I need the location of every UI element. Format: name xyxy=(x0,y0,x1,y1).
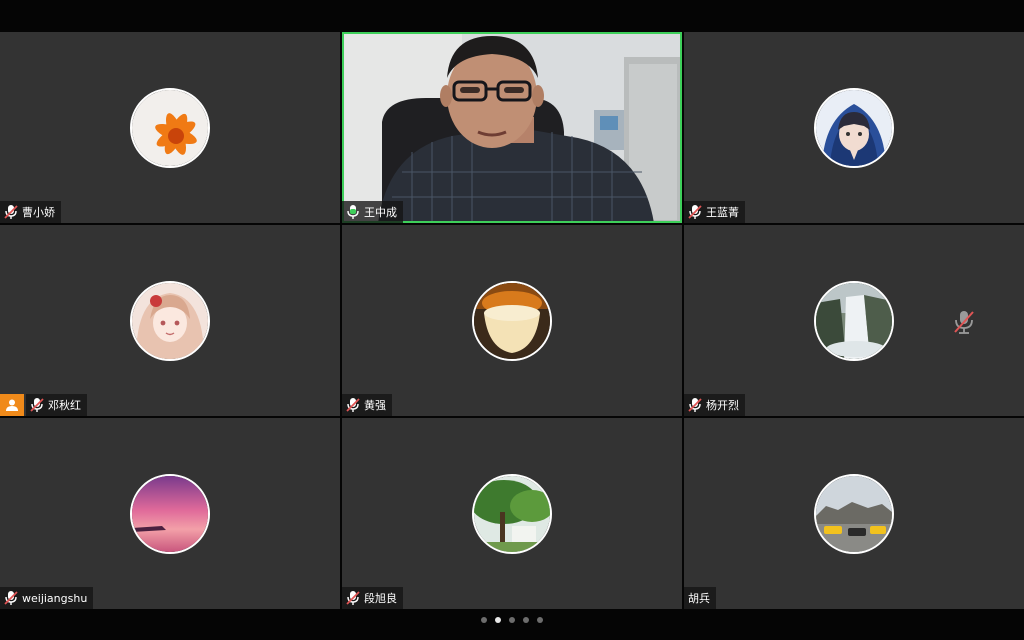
participant-tile[interactable]: 曹小娇 xyxy=(0,32,340,223)
page-dot[interactable] xyxy=(523,617,529,623)
mic-muted-icon xyxy=(688,204,702,220)
page-dot[interactable] xyxy=(537,617,543,623)
participant-tile[interactable]: 胡兵 xyxy=(684,418,1024,609)
page-indicator[interactable] xyxy=(0,617,1024,623)
street-cars-avatar xyxy=(814,473,894,554)
mic-muted-icon xyxy=(954,311,974,334)
mic-muted-icon xyxy=(4,204,18,220)
sunset-avatar xyxy=(130,473,210,554)
mic-active-icon xyxy=(346,204,360,220)
mic-muted-icon xyxy=(4,590,18,606)
participant-nametag: 黄强 xyxy=(342,394,392,416)
participant-nametag: 王中成 xyxy=(342,201,403,223)
participant-name: 黄强 xyxy=(364,399,386,412)
dessert-avatar xyxy=(472,280,552,361)
participant-name: 曹小娇 xyxy=(22,206,55,219)
participant-nametag: 王蓝菁 xyxy=(684,201,745,223)
participant-tile[interactable]: 王蓝菁 xyxy=(684,32,1024,223)
participant-name: 王中成 xyxy=(364,206,397,219)
participant-tile[interactable]: 邓秋红 xyxy=(0,225,340,416)
participant-nametag: 胡兵 xyxy=(684,587,716,609)
participant-name: 杨开烈 xyxy=(706,399,739,412)
page-dot[interactable] xyxy=(481,617,487,623)
participant-name: weijiangshu xyxy=(22,591,88,605)
participant-name: 段旭良 xyxy=(364,592,397,605)
person-icon xyxy=(6,399,18,411)
participant-name: 胡兵 xyxy=(688,592,710,605)
mic-muted-icon xyxy=(346,590,360,606)
participant-nametag: 段旭良 xyxy=(342,587,403,609)
participant-nametag: weijiangshu xyxy=(0,587,94,609)
participant-name: 邓秋红 xyxy=(48,399,81,412)
page-dot-current[interactable] xyxy=(495,617,501,623)
participant-nametag: 邓秋红 xyxy=(26,394,87,416)
waterfall-avatar xyxy=(814,280,894,361)
hooded-anime-girl-avatar xyxy=(814,87,894,168)
live-video-feed xyxy=(342,32,682,223)
tree-avatar xyxy=(472,473,552,554)
video-grid: 曹小娇 王中成 王蓝菁 邓秋红 黄强 杨开烈 weijiangshu 段旭良 胡… xyxy=(0,32,1024,609)
participant-tile[interactable]: weijiangshu xyxy=(0,418,340,609)
participant-tile-active-video[interactable]: 王中成 xyxy=(342,32,682,223)
mic-muted-icon xyxy=(688,397,702,413)
mic-muted-icon xyxy=(30,397,44,413)
participant-tile[interactable]: 黄强 xyxy=(342,225,682,416)
participant-nametag: 曹小娇 xyxy=(0,201,61,223)
anime-girl-avatar xyxy=(130,280,210,361)
participant-nametag: 杨开烈 xyxy=(684,394,745,416)
orange-flower-avatar xyxy=(130,87,210,168)
host-badge xyxy=(0,394,24,416)
participant-tile[interactable]: 段旭良 xyxy=(342,418,682,609)
mic-muted-icon xyxy=(346,397,360,413)
page-dot[interactable] xyxy=(509,617,515,623)
participant-tile[interactable]: 杨开烈 xyxy=(684,225,1024,416)
participant-name: 王蓝菁 xyxy=(706,206,739,219)
